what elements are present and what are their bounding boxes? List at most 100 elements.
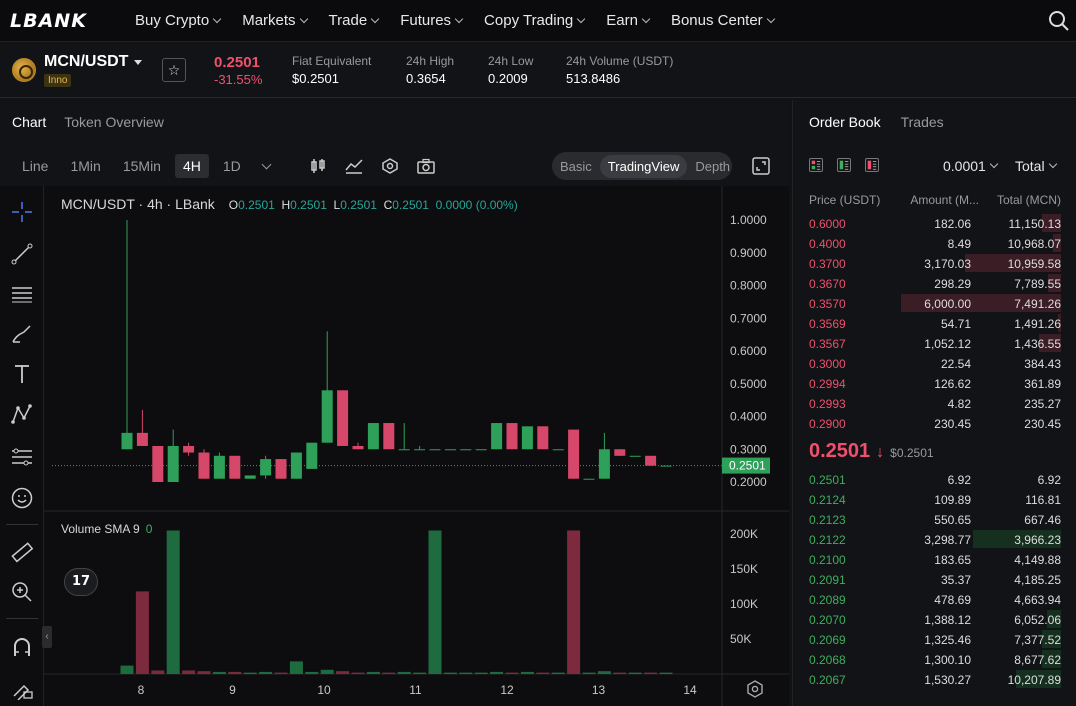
- volume-bar: [443, 672, 457, 674]
- timeframe-1d[interactable]: 1D: [215, 154, 249, 178]
- price-tick-label: 0.2000: [730, 475, 767, 489]
- stat-value: 0.3654: [406, 71, 446, 86]
- orderbook-both-icon[interactable]: [809, 158, 823, 172]
- ask-row[interactable]: 0.3000 22.54 384.43: [809, 353, 1061, 373]
- nav-buy-crypto[interactable]: Buy Crypto: [135, 12, 222, 29]
- tab-token-overview[interactable]: Token Overview: [64, 114, 164, 130]
- bid-row[interactable]: 0.2501 6.92 6.92: [809, 469, 1061, 489]
- orderbook-bids-icon[interactable]: [837, 158, 851, 172]
- ask-row[interactable]: 0.3700 3,170.03 10,959.58: [809, 253, 1061, 273]
- total-select[interactable]: Total: [1015, 158, 1057, 174]
- volume-bar: [243, 672, 257, 674]
- price-tick-label: 0.9000: [730, 246, 767, 260]
- ask-price: 0.6000: [809, 217, 846, 231]
- camera-icon[interactable]: [417, 158, 435, 174]
- favorite-star-button[interactable]: ☆: [162, 58, 186, 82]
- nav-futures[interactable]: Futures: [400, 12, 464, 29]
- volume-bar: [428, 530, 442, 674]
- bid-price: 0.2070: [809, 613, 846, 627]
- ask-row[interactable]: 0.3670 298.29 7,789.55: [809, 273, 1061, 293]
- stat-24h-volume: 24h Volume (USDT) 513.8486: [566, 54, 673, 86]
- chart-area[interactable]: ‹ 1.0000 0.9000 0.8000 0.7000 0.6000 0.5000 0.…: [0, 186, 789, 706]
- last-price: 0.2501: [214, 54, 260, 71]
- tab-chart[interactable]: Chart: [12, 114, 46, 130]
- volume-bar: [336, 671, 350, 674]
- timeframe-1min[interactable]: 1Min: [62, 154, 108, 178]
- bid-row[interactable]: 0.2089 478.69 4,663.94: [809, 589, 1061, 609]
- bid-row[interactable]: 0.2069 1,325.46 7,377.52: [809, 629, 1061, 649]
- bid-row[interactable]: 0.2067 1,530.27 10,207.89: [809, 669, 1061, 689]
- legend-close: 0.2501: [392, 198, 429, 212]
- tab-trades[interactable]: Trades: [901, 114, 944, 130]
- search-icon[interactable]: [1048, 10, 1070, 32]
- volume-bar: [505, 672, 519, 674]
- candle-type-icon[interactable]: [309, 158, 327, 174]
- chart-settings-icon[interactable]: [746, 680, 764, 698]
- settings-hex-icon[interactable]: [381, 158, 399, 174]
- ask-price: 0.2993: [809, 397, 846, 411]
- timeframe-4h[interactable]: 4H: [174, 154, 209, 178]
- mcn-coin-icon: [12, 58, 36, 82]
- ask-row[interactable]: 0.2994 126.62 361.89: [809, 373, 1061, 393]
- bid-row[interactable]: 0.2070 1,388.12 6,052.06: [809, 609, 1061, 629]
- chevron-down-icon: [299, 14, 308, 23]
- stat-label: Fiat Equivalent: [292, 54, 372, 68]
- view-tradingview[interactable]: TradingView: [599, 154, 688, 178]
- volume-tick-label: 200K: [730, 527, 758, 541]
- volume-bar: [382, 672, 396, 674]
- candle-body: [352, 445, 364, 450]
- bid-row[interactable]: 0.2091 35.37 4,185.25: [809, 569, 1061, 589]
- nav-earn[interactable]: Earn: [606, 12, 651, 29]
- pair-selector[interactable]: MCN/USDT: [44, 53, 143, 71]
- candle-body: [275, 459, 287, 479]
- ask-row[interactable]: 0.2900 230.45 230.45: [809, 413, 1061, 433]
- ask-price: 0.3567: [809, 337, 846, 351]
- ask-row[interactable]: 0.3567 1,052.12 1,436.55: [809, 333, 1061, 353]
- volume-legend: Volume SMA 9 0: [61, 522, 152, 536]
- nav-label: Earn: [606, 12, 638, 29]
- ask-row[interactable]: 0.2993 4.82 235.27: [809, 393, 1061, 413]
- bid-total: 10,207.89: [1007, 673, 1061, 687]
- view-basic[interactable]: Basic: [552, 159, 600, 174]
- indicators-icon[interactable]: [345, 158, 363, 174]
- bid-amount: 1,300.10: [924, 653, 971, 667]
- bid-row[interactable]: 0.2122 3,298.77 3,966.23: [809, 529, 1061, 549]
- candle-body: [229, 455, 241, 479]
- volume-bar: [490, 671, 504, 674]
- ask-amount: 298.29: [934, 277, 971, 291]
- timeframe-15min[interactable]: 15Min: [115, 154, 169, 178]
- bid-row[interactable]: 0.2100 183.65 4,149.88: [809, 549, 1061, 569]
- bid-amount: 109.89: [934, 493, 971, 507]
- header-price: Price (USDT): [809, 193, 881, 207]
- candle-body: [460, 449, 472, 451]
- candle-body: [398, 449, 410, 451]
- precision-select[interactable]: 0.0001: [943, 158, 999, 174]
- ask-row[interactable]: 0.3570 6,000.00 7,491.26: [809, 293, 1061, 313]
- nav-copy-trading[interactable]: Copy Trading: [484, 12, 586, 29]
- chevron-down-icon: [370, 14, 380, 23]
- inno-badge: Inno: [44, 74, 72, 87]
- view-depth[interactable]: Depth: [687, 159, 738, 174]
- candlestick-chart[interactable]: 1.0000 0.9000 0.8000 0.7000 0.6000 0.5000 0.40…: [0, 186, 789, 706]
- orderbook-asks-icon[interactable]: [865, 158, 879, 172]
- stat-value: $0.2501: [292, 71, 339, 86]
- ask-row[interactable]: 0.6000 182.06 11,150.13: [809, 213, 1061, 233]
- tab-order-book[interactable]: Order Book: [809, 114, 881, 130]
- bid-row[interactable]: 0.2068 1,300.10 8,677.62: [809, 649, 1061, 669]
- nav-bonus-center[interactable]: Bonus Center: [671, 12, 775, 29]
- fullscreen-icon[interactable]: [752, 157, 770, 175]
- volume-bar: [151, 670, 165, 674]
- timeframe-line[interactable]: Line: [14, 154, 56, 178]
- lbank-logo[interactable]: LBANK: [10, 10, 135, 32]
- candle-body: [136, 432, 148, 446]
- more-timeframes-chevron-icon[interactable]: [261, 159, 272, 169]
- ask-row[interactable]: 0.4000 8.49 10,968.07: [809, 233, 1061, 253]
- price-tick-label: 0.6000: [730, 344, 767, 358]
- tradingview-logo[interactable]: 17: [64, 568, 98, 596]
- bid-row[interactable]: 0.2123 550.65 667.46: [809, 509, 1061, 529]
- bid-row[interactable]: 0.2124 109.89 116.81: [809, 489, 1061, 509]
- nav-trade[interactable]: Trade: [329, 12, 380, 29]
- nav-markets[interactable]: Markets: [242, 12, 308, 29]
- ask-row[interactable]: 0.3569 54.71 1,491.26: [809, 313, 1061, 333]
- star-icon: ☆: [167, 61, 181, 78]
